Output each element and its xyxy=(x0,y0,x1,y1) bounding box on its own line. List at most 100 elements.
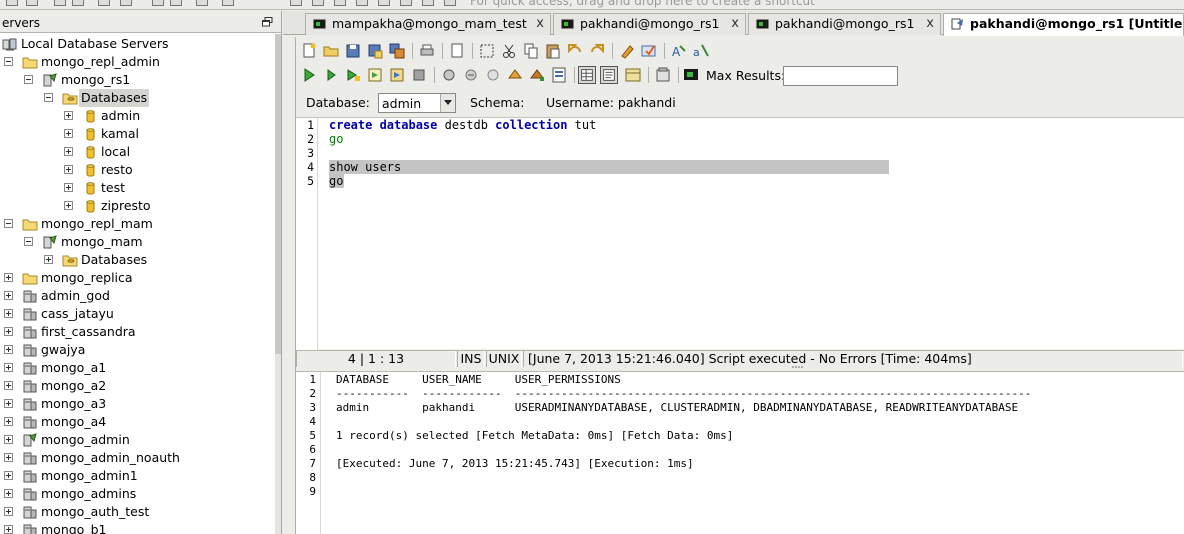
expand-icon[interactable] xyxy=(4,309,13,318)
connection-icon[interactable] xyxy=(682,66,700,84)
redo-icon[interactable] xyxy=(588,42,606,60)
toolbar-icon[interactable] xyxy=(290,0,302,6)
editor-tab[interactable]: mampakha@mongo_mam_test x xyxy=(305,13,551,35)
expand-icon[interactable] xyxy=(4,291,13,300)
expand-icon[interactable] xyxy=(4,399,13,408)
expand-icon[interactable] xyxy=(4,525,13,534)
toolbar-icon[interactable] xyxy=(422,0,434,6)
toolbar-icon[interactable] xyxy=(120,0,132,6)
new-document-icon[interactable] xyxy=(300,42,318,60)
tree-item[interactable]: kamal xyxy=(0,125,276,143)
expand-icon[interactable] xyxy=(4,327,13,336)
collapse-icon[interactable] xyxy=(4,57,13,66)
expand-icon[interactable] xyxy=(64,111,73,120)
expand-icon[interactable] xyxy=(64,201,73,210)
toolbar-icon[interactable] xyxy=(72,0,84,6)
max-results-input[interactable] xyxy=(783,66,898,86)
comment-icon[interactable]: a xyxy=(692,42,710,60)
history-icon[interactable] xyxy=(654,66,672,84)
tree-item[interactable]: first_cassandra xyxy=(0,323,276,341)
tree-item[interactable]: mongo_b1 xyxy=(0,521,276,534)
execute-icon[interactable] xyxy=(322,66,340,84)
close-icon[interactable]: x xyxy=(536,14,544,34)
tree-item[interactable]: Local Database Servers xyxy=(0,35,276,53)
expand-icon[interactable] xyxy=(4,489,13,498)
execute-explain-icon[interactable] xyxy=(344,66,362,84)
restore-window-icon[interactable] xyxy=(262,17,273,27)
tree-item[interactable]: admin xyxy=(0,107,276,125)
expand-icon[interactable] xyxy=(4,345,13,354)
toolbar-icon[interactable] xyxy=(356,0,368,6)
commit-icon[interactable] xyxy=(440,66,458,84)
query-builder-icon[interactable] xyxy=(550,66,568,84)
execute-file-icon[interactable] xyxy=(366,66,384,84)
toolbar-icon[interactable] xyxy=(98,0,110,6)
tree-item[interactable]: mongo_mam xyxy=(0,233,276,251)
expand-icon[interactable] xyxy=(4,363,13,372)
tree-item[interactable]: Databases xyxy=(0,251,276,269)
tree-item[interactable]: mongo_a4 xyxy=(0,413,276,431)
toolbar-icon[interactable] xyxy=(378,0,390,6)
editor-tab[interactable]: pakhandi@mongo_rs1 [Untitle xyxy=(943,13,1184,36)
toolbar-icon[interactable] xyxy=(54,0,66,6)
sql-code-editor[interactable]: 12345 create database destdb collection … xyxy=(296,117,1184,350)
expand-icon[interactable] xyxy=(64,147,73,156)
toolbar-icon[interactable] xyxy=(222,0,234,6)
select-all-icon[interactable] xyxy=(478,42,496,60)
results-pivot-icon[interactable] xyxy=(624,66,642,84)
expand-icon[interactable] xyxy=(4,471,13,480)
toolbar-icon[interactable] xyxy=(26,0,38,6)
toolbar-icon[interactable] xyxy=(170,0,182,6)
toolbar-icon[interactable] xyxy=(6,0,18,6)
chevron-down-icon[interactable] xyxy=(440,94,455,112)
expand-icon[interactable] xyxy=(64,183,73,192)
expand-icon[interactable] xyxy=(64,129,73,138)
find-icon[interactable] xyxy=(640,42,658,60)
cut-icon[interactable] xyxy=(500,42,518,60)
save-icon[interactable] xyxy=(344,42,362,60)
execute-explain-plan-icon[interactable] xyxy=(388,66,406,84)
tree-item[interactable]: gwajya xyxy=(0,341,276,359)
tree-item[interactable]: mongo_admin1 xyxy=(0,467,276,485)
tree-item[interactable]: admin_god xyxy=(0,287,276,305)
print-icon[interactable] xyxy=(418,42,436,60)
collapse-icon[interactable] xyxy=(44,93,53,102)
tree-item[interactable]: mongo_repl_mam xyxy=(0,215,276,233)
tree-item[interactable]: mongo_rs1 xyxy=(0,71,276,89)
tree-item[interactable]: mongo_admin xyxy=(0,431,276,449)
format-icon[interactable]: A xyxy=(670,42,688,60)
toolbar-icon[interactable] xyxy=(152,0,164,6)
expand-icon[interactable] xyxy=(4,417,13,426)
scrollbar-thumb[interactable] xyxy=(275,34,281,354)
auto-commit-on-icon[interactable] xyxy=(528,66,546,84)
toolbar-icon[interactable] xyxy=(312,0,324,6)
splitter-grip-icon[interactable] xyxy=(791,365,805,369)
tree-item[interactable]: resto xyxy=(0,161,276,179)
transaction-icon[interactable] xyxy=(484,66,502,84)
tree-item[interactable]: cass_jatayu xyxy=(0,305,276,323)
toolbar-icon[interactable] xyxy=(444,0,456,6)
tree-item[interactable]: test xyxy=(0,179,276,197)
toolbar-icon[interactable] xyxy=(196,0,208,6)
tree-item[interactable]: mongo_admin_noauth xyxy=(0,449,276,467)
collapse-icon[interactable] xyxy=(4,219,13,228)
tree-item[interactable]: mongo_replica xyxy=(0,269,276,287)
rollback-icon[interactable] xyxy=(462,66,480,84)
tree-scrollbar[interactable] xyxy=(275,34,281,534)
auto-commit-icon[interactable] xyxy=(506,66,524,84)
editor-tab[interactable]: pakhandi@mongo_rs1 x xyxy=(748,13,941,35)
editor-tab[interactable]: pakhandi@mongo_rs1 x xyxy=(553,13,746,35)
expand-icon[interactable] xyxy=(4,381,13,390)
execute-current-icon[interactable] xyxy=(300,66,318,84)
stop-icon[interactable] xyxy=(410,66,428,84)
results-grid-icon[interactable] xyxy=(578,66,596,84)
expand-icon[interactable] xyxy=(64,165,73,174)
tree-item[interactable]: Databases xyxy=(0,89,276,107)
toolbar-icon[interactable] xyxy=(334,0,346,6)
undo-icon[interactable] xyxy=(566,42,584,60)
tree-item[interactable]: mongo_a2 xyxy=(0,377,276,395)
expand-icon[interactable] xyxy=(4,507,13,516)
expand-icon[interactable] xyxy=(4,273,13,282)
database-select[interactable]: admin xyxy=(378,93,456,113)
tree-item[interactable]: mongo_a3 xyxy=(0,395,276,413)
